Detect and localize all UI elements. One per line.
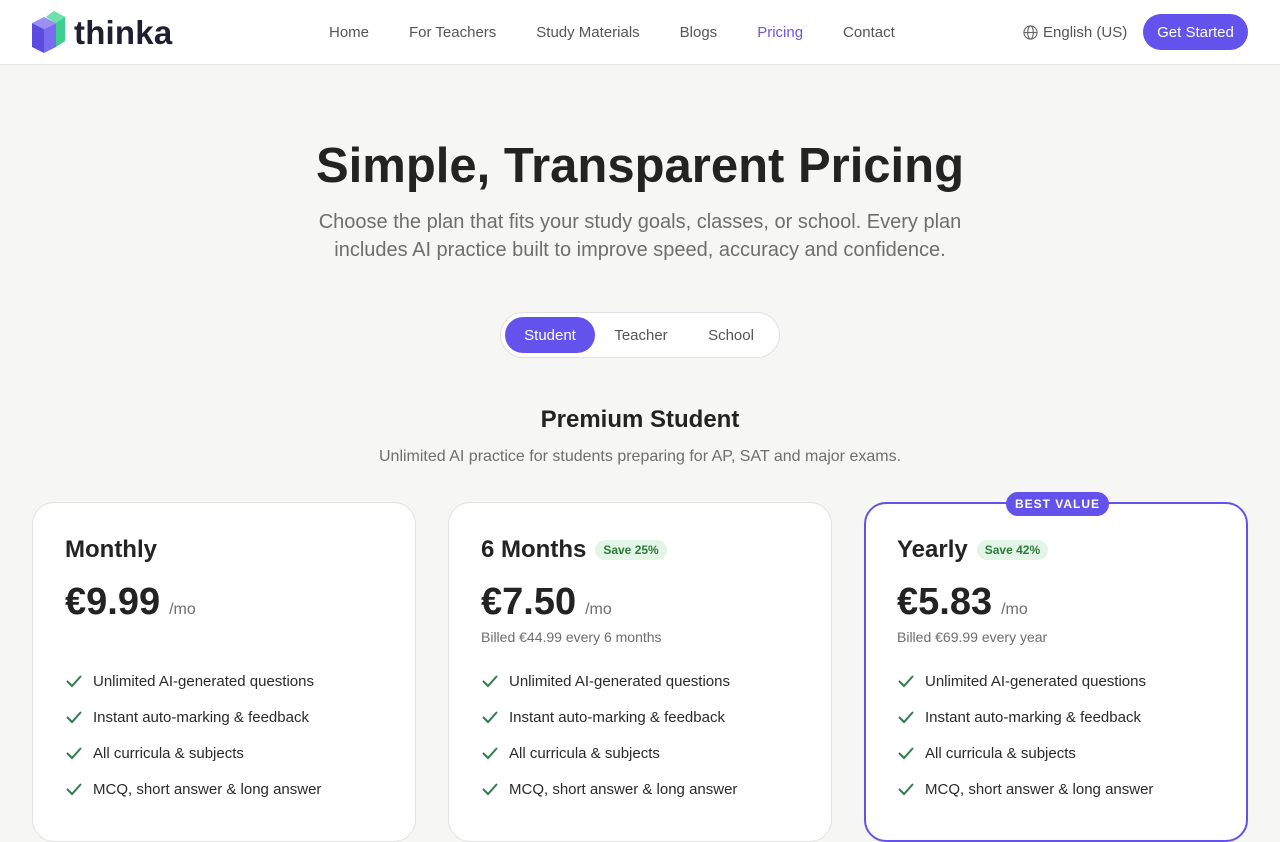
plan-card-6-months: 6 Months Save 25% €7.50 /mo Billed €44.9…: [448, 502, 832, 842]
audience-toggle: Student Teacher School: [500, 312, 780, 358]
feature-item: MCQ, short answer & long answer: [65, 779, 321, 799]
feature-item: Unlimited AI-generated questions: [65, 671, 321, 691]
feature-item: MCQ, short answer & long answer: [481, 779, 737, 799]
plan-name: Monthly: [65, 536, 157, 563]
save-badge: Save 42%: [976, 540, 1049, 560]
plan-period: /mo: [585, 601, 612, 618]
plan-name: 6 Months: [481, 536, 587, 563]
feature-text: MCQ, short answer & long answer: [509, 780, 738, 798]
feature-text: All curricula & subjects: [509, 744, 660, 762]
plan-period: /mo: [1001, 601, 1028, 618]
nav-for-teachers[interactable]: For Teachers: [409, 24, 496, 41]
feature-text: Unlimited AI-generated questions: [509, 672, 730, 690]
brand-name: thinka: [74, 13, 173, 51]
save-badge: Save 25%: [595, 540, 667, 560]
plan-price: €5.83: [897, 581, 993, 623]
main-nav: Home For Teachers Study Materials Blogs …: [329, 0, 935, 64]
feature-item: MCQ, short answer & long answer: [897, 779, 1153, 799]
plan-price: €7.50: [481, 581, 577, 623]
plan-section-subtitle: Unlimited AI practice for students prepa…: [378, 448, 902, 465]
feature-text: All curricula & subjects: [93, 744, 244, 762]
check-icon: [481, 708, 499, 726]
top-header: thinka Home For Teachers Study Materials…: [0, 0, 1280, 65]
feature-item: Unlimited AI-generated questions: [897, 671, 1153, 691]
feature-list: Unlimited AI-generated questions Instant…: [481, 671, 737, 815]
page-subtitle: Choose the plan that fits your study goa…: [318, 211, 962, 261]
plan-price: €9.99: [65, 581, 161, 623]
get-started-button[interactable]: Get Started: [1143, 14, 1248, 50]
brand-logo[interactable]: thinka: [32, 11, 172, 53]
nav-pricing[interactable]: Pricing: [757, 24, 803, 41]
language-selector[interactable]: English (US): [1023, 22, 1127, 42]
billing-note: Billed €69.99 every year: [897, 629, 1048, 645]
feature-text: Unlimited AI-generated questions: [925, 672, 1146, 690]
feature-list: Unlimited AI-generated questions Instant…: [65, 671, 321, 815]
check-icon: [65, 744, 83, 762]
check-icon: [65, 780, 83, 798]
nav-home[interactable]: Home: [329, 24, 369, 41]
feature-list: Unlimited AI-generated questions Instant…: [897, 671, 1153, 815]
feature-item: Instant auto-marking & feedback: [65, 707, 321, 727]
feature-text: All curricula & subjects: [925, 744, 1076, 762]
language-label: English (US): [1043, 23, 1128, 41]
logo-cube-icon: [32, 11, 65, 53]
check-icon: [65, 708, 83, 726]
check-icon: [481, 780, 499, 798]
feature-item: All curricula & subjects: [481, 743, 737, 763]
feature-text: Unlimited AI-generated questions: [93, 672, 314, 690]
page-title: Simple, Transparent Pricing: [315, 139, 965, 193]
billing-note: Billed €44.99 every 6 months: [481, 629, 662, 645]
plan-name: Yearly: [897, 536, 968, 563]
plan-section-title: Premium Student: [540, 406, 740, 433]
globe-icon: [1023, 24, 1038, 40]
toggle-teacher[interactable]: Teacher: [595, 317, 687, 353]
best-value-badge: BEST VALUE: [1006, 492, 1109, 516]
toggle-school[interactable]: School: [687, 317, 775, 353]
nav-study-materials[interactable]: Study Materials: [536, 24, 639, 41]
check-icon: [897, 744, 915, 762]
feature-text: Instant auto-marking & feedback: [93, 708, 309, 726]
check-icon: [897, 708, 915, 726]
feature-item: Instant auto-marking & feedback: [481, 707, 737, 727]
feature-text: Instant auto-marking & feedback: [509, 708, 725, 726]
feature-text: MCQ, short answer & long answer: [93, 780, 322, 798]
toggle-student[interactable]: Student: [505, 317, 595, 353]
nav-blogs[interactable]: Blogs: [680, 24, 718, 41]
plan-card-monthly: Monthly €9.99 /mo Unlimited AI-generated…: [32, 502, 416, 842]
feature-item: All curricula & subjects: [65, 743, 321, 763]
feature-item: All curricula & subjects: [897, 743, 1153, 763]
plan-card-yearly: BEST VALUE Yearly Save 42% €5.83 /mo Bil…: [864, 492, 1248, 842]
nav-contact[interactable]: Contact: [843, 24, 895, 41]
plan-period: /mo: [169, 601, 196, 618]
check-icon: [65, 672, 83, 690]
check-icon: [897, 672, 915, 690]
check-icon: [897, 780, 915, 798]
check-icon: [481, 744, 499, 762]
feature-item: Instant auto-marking & feedback: [897, 707, 1153, 727]
feature-text: MCQ, short answer & long answer: [925, 780, 1154, 798]
feature-item: Unlimited AI-generated questions: [481, 671, 737, 691]
check-icon: [481, 672, 499, 690]
feature-text: Instant auto-marking & feedback: [925, 708, 1141, 726]
